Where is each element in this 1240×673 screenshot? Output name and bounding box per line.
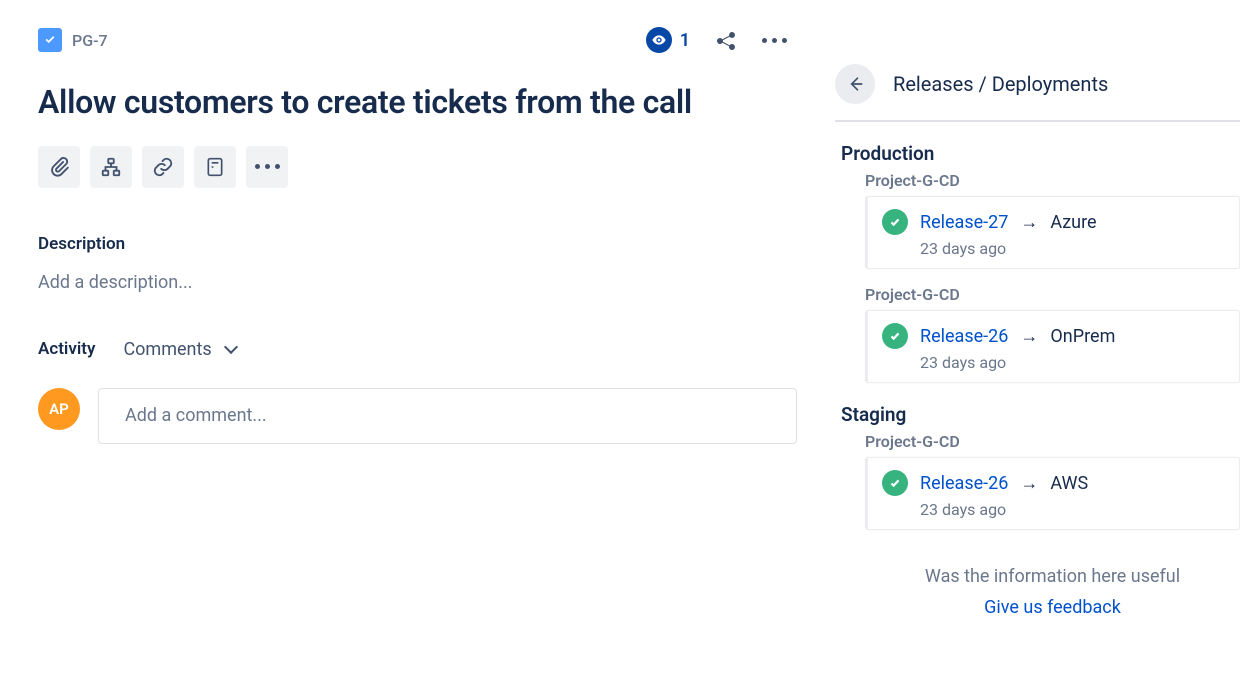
project-label: Project-G-CD (835, 285, 1240, 304)
arrow-left-icon (845, 74, 865, 94)
project-label: Project-G-CD (835, 432, 1240, 451)
success-icon (882, 209, 908, 235)
dots-icon (762, 38, 787, 43)
dots-icon (255, 164, 280, 169)
attachment-icon (48, 156, 70, 178)
page-button[interactable] (194, 146, 236, 188)
feedback-link[interactable]: Give us feedback (984, 597, 1121, 618)
add-child-button[interactable] (90, 146, 132, 188)
release-link[interactable]: Release-26 (920, 326, 1008, 347)
release-age: 23 days ago (920, 353, 1225, 372)
watch-button[interactable]: 1 (646, 27, 690, 53)
chevron-down-icon (224, 340, 238, 354)
release-target: AWS (1050, 473, 1088, 494)
environment-block: Staging Project-G-CD Release-26 → AWS 23… (835, 403, 1240, 530)
share-icon (714, 28, 738, 52)
more-actions-button[interactable] (762, 38, 787, 43)
arrow-right-icon: → (1020, 473, 1038, 494)
release-target: Azure (1050, 212, 1096, 233)
avatar: AP (38, 388, 80, 430)
feedback-question: Was the information here useful (865, 566, 1240, 587)
eye-icon (646, 27, 672, 53)
project-label: Project-G-CD (835, 171, 1240, 190)
comment-input[interactable]: Add a comment... (98, 388, 797, 444)
success-icon (882, 323, 908, 349)
release-link[interactable]: Release-27 (920, 212, 1008, 233)
share-button[interactable] (714, 28, 738, 52)
environment-name: Production (835, 142, 1240, 165)
back-button[interactable] (835, 64, 875, 104)
release-age: 23 days ago (920, 239, 1225, 258)
issue-summary[interactable]: Allow customers to create tickets from t… (38, 82, 797, 124)
arrow-right-icon: → (1020, 212, 1038, 233)
attach-button[interactable] (38, 146, 80, 188)
description-field[interactable]: Add a description... (38, 272, 797, 293)
success-icon (882, 470, 908, 496)
link-button[interactable] (142, 146, 184, 188)
release-card[interactable]: Release-26 → AWS 23 days ago (865, 457, 1240, 530)
activity-label: Activity (38, 339, 95, 359)
environment-block: Production Project-G-CD Release-27 → Azu… (835, 142, 1240, 383)
more-toolbar-button[interactable] (246, 146, 288, 188)
child-issue-icon (100, 156, 122, 178)
release-link[interactable]: Release-26 (920, 473, 1008, 494)
activity-filter-dropdown[interactable]: Comments (123, 339, 235, 360)
activity-filter-value: Comments (123, 339, 211, 360)
watch-count: 1 (680, 30, 690, 51)
releases-panel-title: Releases / Deployments (893, 72, 1108, 96)
description-label: Description (38, 234, 797, 254)
arrow-right-icon: → (1020, 326, 1038, 347)
release-card[interactable]: Release-27 → Azure 23 days ago (865, 196, 1240, 269)
environment-name: Staging (835, 403, 1240, 426)
link-icon (152, 156, 174, 178)
task-icon (38, 28, 62, 52)
release-card[interactable]: Release-26 → OnPrem 23 days ago (865, 310, 1240, 383)
page-icon (205, 156, 225, 178)
release-target: OnPrem (1050, 326, 1115, 347)
breadcrumb: PG-7 (38, 28, 108, 52)
release-age: 23 days ago (920, 500, 1225, 519)
issue-key[interactable]: PG-7 (72, 31, 108, 50)
